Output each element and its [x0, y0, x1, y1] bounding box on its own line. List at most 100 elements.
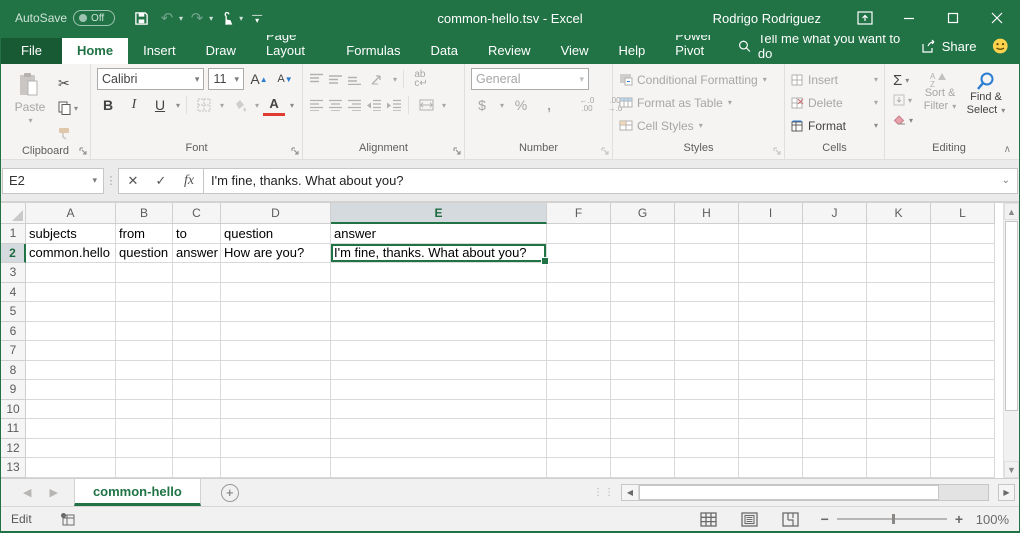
row-header-13[interactable]: 13 [1, 458, 26, 478]
zoom-level[interactable]: 100% [971, 512, 1009, 527]
cell-D7[interactable] [221, 341, 331, 361]
column-header-B[interactable]: B [116, 203, 173, 224]
format-cells-button[interactable]: Format▾ [791, 115, 878, 136]
horizontal-scrollbar[interactable]: ◀ [621, 484, 989, 501]
cell-G8[interactable] [611, 361, 675, 381]
cell-E1[interactable]: answer [331, 224, 547, 244]
cell-G13[interactable] [611, 458, 675, 478]
user-name[interactable]: Rodrigo Rodriguez [713, 11, 821, 26]
cell-D1[interactable]: question [221, 224, 331, 244]
cell-H8[interactable] [675, 361, 739, 381]
cell-E8[interactable] [331, 361, 547, 381]
cell-H4[interactable] [675, 283, 739, 303]
ribbon-tab-review[interactable]: Review [473, 38, 546, 64]
cell-F10[interactable] [547, 400, 611, 420]
cell-F8[interactable] [547, 361, 611, 381]
decrease-indent-icon[interactable] [366, 99, 382, 111]
cell-G3[interactable] [611, 263, 675, 283]
cell-D3[interactable] [221, 263, 331, 283]
cell-H10[interactable] [675, 400, 739, 420]
conditional-formatting-button[interactable]: Conditional Formatting▾ [619, 69, 778, 90]
clear-button[interactable]: ▾ [891, 111, 915, 129]
cell-L4[interactable] [931, 283, 995, 303]
cell-J9[interactable] [803, 380, 867, 400]
styles-dialog-launcher[interactable] [773, 147, 781, 155]
cell-A13[interactable] [26, 458, 116, 478]
cell-A10[interactable] [26, 400, 116, 420]
underline-dropdown-icon[interactable]: ▾ [176, 101, 180, 110]
cell-C13[interactable] [173, 458, 221, 478]
page-layout-view-icon[interactable] [741, 512, 758, 527]
cell-G9[interactable] [611, 380, 675, 400]
cell-G6[interactable] [611, 322, 675, 342]
clipboard-dialog-launcher[interactable] [79, 147, 87, 155]
fill-button[interactable]: ▾ [891, 91, 915, 109]
underline-button[interactable]: U [149, 94, 171, 116]
row-header-1[interactable]: 1 [1, 224, 26, 244]
alignment-dialog-launcher[interactable] [453, 147, 461, 155]
align-left-icon[interactable] [309, 99, 324, 111]
cell-A3[interactable] [26, 263, 116, 283]
column-header-K[interactable]: K [867, 203, 931, 224]
cell-K10[interactable] [867, 400, 931, 420]
cell-D6[interactable] [221, 322, 331, 342]
cell-L13[interactable] [931, 458, 995, 478]
font-dialog-launcher[interactable] [291, 147, 299, 155]
cell-H7[interactable] [675, 341, 739, 361]
cell-I8[interactable] [739, 361, 803, 381]
row-header-9[interactable]: 9 [1, 380, 26, 400]
prev-sheet-icon[interactable]: ◀ [23, 486, 31, 499]
enter-entry-button[interactable]: ✓ [147, 173, 175, 189]
cell-A6[interactable] [26, 322, 116, 342]
horizontal-scroll-thumb[interactable] [639, 485, 939, 500]
ribbon-tab-help[interactable]: Help [604, 38, 661, 64]
new-sheet-button[interactable]: + [201, 479, 259, 506]
ribbon-display-options-button[interactable] [843, 1, 887, 35]
cell-C1[interactable]: to [173, 224, 221, 244]
column-header-F[interactable]: F [547, 203, 611, 224]
cell-K6[interactable] [867, 322, 931, 342]
cell-L5[interactable] [931, 302, 995, 322]
cell-A1[interactable]: subjects [26, 224, 116, 244]
comma-style-button[interactable]: , [538, 94, 560, 116]
cell-G4[interactable] [611, 283, 675, 303]
cell-B13[interactable] [116, 458, 173, 478]
next-sheet-icon[interactable]: ▶ [49, 486, 57, 499]
cell-C2[interactable]: answer [173, 244, 221, 264]
cell-I13[interactable] [739, 458, 803, 478]
cell-I2[interactable] [739, 244, 803, 264]
cell-K12[interactable] [867, 439, 931, 459]
cell-H11[interactable] [675, 419, 739, 439]
ribbon-tab-view[interactable]: View [546, 38, 604, 64]
borders-button[interactable] [193, 94, 215, 116]
column-header-I[interactable]: I [739, 203, 803, 224]
row-header-3[interactable]: 3 [1, 263, 26, 283]
merge-center-button[interactable] [415, 94, 437, 116]
feedback-smiley-icon[interactable] [992, 37, 1009, 55]
share-button[interactable]: Share [921, 39, 977, 54]
cell-I6[interactable] [739, 322, 803, 342]
column-header-D[interactable]: D [221, 203, 331, 224]
align-top-icon[interactable] [309, 73, 324, 85]
cell-I5[interactable] [739, 302, 803, 322]
zoom-in-button[interactable]: + [955, 511, 963, 527]
cell-I9[interactable] [739, 380, 803, 400]
redo-dropdown-icon[interactable]: ▾ [209, 14, 213, 23]
cell-J13[interactable] [803, 458, 867, 478]
save-button[interactable] [129, 5, 153, 31]
cell-G5[interactable] [611, 302, 675, 322]
cell-L10[interactable] [931, 400, 995, 420]
cell-B10[interactable] [116, 400, 173, 420]
cell-L9[interactable] [931, 380, 995, 400]
cell-E5[interactable] [331, 302, 547, 322]
cell-J6[interactable] [803, 322, 867, 342]
name-box[interactable]: E2 ▾ [2, 168, 104, 194]
cell-H5[interactable] [675, 302, 739, 322]
scroll-left-icon[interactable]: ◀ [622, 485, 639, 500]
cell-F5[interactable] [547, 302, 611, 322]
align-right-icon[interactable] [347, 99, 362, 111]
column-header-L[interactable]: L [931, 203, 995, 224]
cell-A5[interactable] [26, 302, 116, 322]
cell-K11[interactable] [867, 419, 931, 439]
cell-I7[interactable] [739, 341, 803, 361]
